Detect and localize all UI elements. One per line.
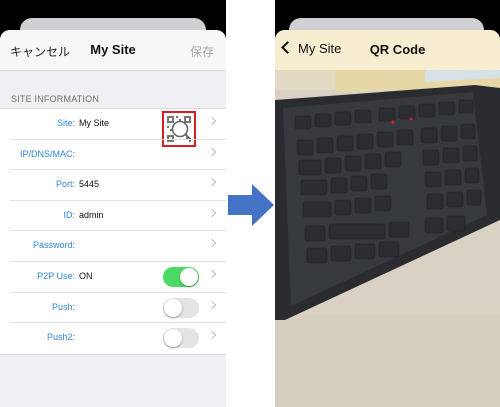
port-row[interactable]: Port: 5445	[0, 170, 226, 201]
push2-toggle[interactable]	[163, 328, 199, 349]
password-row[interactable]: Password:	[0, 231, 226, 262]
push-row[interactable]: Push:	[0, 293, 226, 324]
save-button[interactable]: 保存	[190, 43, 214, 60]
password-label: Password:	[32, 240, 75, 251]
chevron-left-icon	[281, 41, 294, 54]
navigation-bar: My Site QR Code	[275, 30, 500, 70]
toggle-knob	[180, 267, 198, 286]
qr-code-screen: My Site QR Code	[275, 30, 500, 407]
id-field[interactable]: admin	[79, 210, 104, 220]
push2-row[interactable]: Push2:	[0, 323, 226, 354]
chevron-right-icon	[207, 177, 217, 187]
camera-viewfinder	[275, 30, 500, 407]
p2p-use-value: ON	[79, 270, 93, 281]
left-phone-screen: キャンセル My Site 保存 SITE INFORMATION Site: …	[0, 0, 226, 407]
site-row[interactable]: Site: My Site	[0, 109, 226, 147]
chevron-right-icon	[207, 269, 217, 279]
navigation-bar: キャンセル My Site 保存	[0, 30, 226, 71]
ip-dns-mac-row[interactable]: IP/DNS/MAC:	[0, 140, 226, 171]
site-name-field[interactable]: My Site	[79, 118, 109, 128]
push-toggle[interactable]	[163, 297, 199, 318]
push-label: Push:	[51, 301, 75, 312]
p2p-use-label: P2P Use:	[37, 270, 75, 281]
site-label: Site:	[56, 118, 75, 128]
right-arrow-icon	[228, 184, 274, 226]
toggle-knob	[164, 298, 182, 317]
chevron-right-icon	[207, 147, 217, 156]
section-header: SITE INFORMATION	[11, 94, 100, 104]
chevron-right-icon	[207, 300, 217, 309]
p2p-use-toggle[interactable]	[163, 266, 199, 287]
chevron-right-icon	[207, 330, 217, 340]
p2p-use-row[interactable]: P2P Use: ON	[0, 262, 226, 293]
port-field[interactable]: 5445	[79, 179, 99, 189]
site-settings-screen: キャンセル My Site 保存 SITE INFORMATION Site: …	[0, 30, 226, 407]
toggle-knob	[164, 329, 182, 348]
id-label: ID:	[63, 209, 75, 220]
port-label: Port:	[55, 179, 75, 190]
chevron-right-icon	[207, 208, 217, 218]
ip-dns-mac-label: IP/DNS/MAC:	[19, 148, 75, 159]
page-title: QR Code	[369, 42, 426, 57]
id-row[interactable]: ID: admin	[0, 201, 226, 232]
site-info-form: Site: My Site IP/DNS/MAC: Port: 5445 ID:…	[0, 108, 226, 355]
chevron-right-icon	[207, 116, 217, 126]
right-phone-screen: My Site QR Code	[275, 0, 500, 407]
chevron-right-icon	[207, 239, 217, 248]
push2-label: Push2:	[46, 332, 75, 343]
